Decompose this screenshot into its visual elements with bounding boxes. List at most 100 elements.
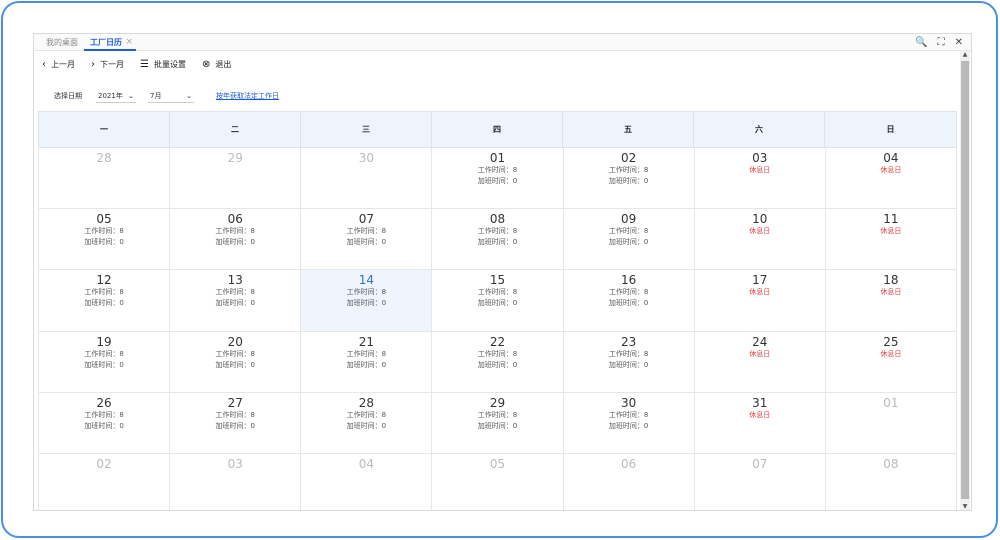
calendar-day[interactable]: 17 休息日 [694, 270, 826, 332]
work-hours: 工作时间：8 [432, 165, 562, 176]
exit-label: 退出 [215, 59, 232, 69]
vertical-scrollbar[interactable]: ▲ ▼ [960, 51, 970, 510]
overtime-hours-value: 0 [643, 360, 649, 369]
overtime-hours-label: 加班时间： [215, 360, 251, 369]
next-month-button[interactable]: › 下一月 [91, 59, 124, 70]
year-select[interactable]: 2021年 ⌄ [96, 89, 136, 103]
search-icon[interactable]: 🔍 [915, 34, 927, 51]
calendar-day[interactable]: 13 工作时间：8 加班时间：0 [170, 270, 302, 332]
calendar-day[interactable]: 01 [825, 392, 957, 454]
calendar-day[interactable]: 25 休息日 [825, 331, 957, 393]
month-select[interactable]: 7月 ⌄ [148, 89, 194, 103]
calendar-day[interactable]: 27 工作时间：8 加班时间：0 [170, 392, 302, 454]
window-controls: 🔍 ⛶ ✕ [915, 34, 963, 51]
calendar-day[interactable]: 20 工作时间：8 加班时间：0 [170, 331, 302, 393]
overtime-hours: 加班时间：0 [39, 298, 169, 309]
fetch-workdays-link[interactable]: 按年获取法定工作日 [216, 91, 279, 101]
work-hours-label: 工作时间： [477, 166, 513, 174]
calendar-day[interactable]: 02 [39, 453, 171, 510]
calendar-day[interactable]: 09 工作时间：8 加班时间：0 [563, 209, 695, 271]
tab-label: 工厂日历 [90, 38, 122, 47]
calendar-day[interactable]: 05 [432, 453, 564, 510]
calendar-day[interactable]: 01 工作时间：8 加班时间：0 [432, 148, 564, 210]
calendar-day[interactable]: 26 工作时间：8 加班时间：0 [39, 392, 171, 454]
day-number: 29 [227, 151, 243, 165]
calendar-day[interactable]: 24 休息日 [694, 331, 826, 393]
calendar-day[interactable]: 08 [826, 453, 957, 510]
weekday-header-cell: 一 [39, 112, 170, 147]
calendar-day[interactable]: 28 [39, 148, 171, 210]
calendar-day[interactable]: 23 工作时间：8 加班时间：0 [563, 331, 695, 393]
scroll-up-icon[interactable]: ▲ [960, 51, 970, 58]
chevron-left-icon: ‹ [42, 58, 46, 70]
calendar-day[interactable]: 02 工作时间：8 加班时间：0 [563, 148, 695, 210]
calendar-day[interactable]: 30 [301, 148, 433, 210]
overtime-hours-value: 0 [643, 421, 649, 430]
calendar-day[interactable]: 29 工作时间：8 加班时间：0 [432, 392, 564, 454]
weekday-header: 一二三四五六 日 [38, 111, 957, 148]
tab-my-desktop[interactable]: 我的桌面 [40, 34, 84, 51]
calendar-day[interactable]: 22 工作时间：8 加班时间：0 [432, 331, 564, 393]
day-number: 05 [489, 456, 506, 471]
calendar-day[interactable]: 10 休息日 [694, 209, 826, 271]
day-number: 01 [883, 395, 899, 410]
day-number: 30 [358, 151, 374, 165]
tab-close-icon[interactable]: × [125, 34, 133, 51]
overtime-hours-value: 0 [381, 360, 387, 369]
overtime-hours-label: 加班时间： [84, 421, 120, 430]
work-hours: 工作时间：8 [170, 349, 300, 360]
calendar-day[interactable]: 16 工作时间：8 加班时间：0 [563, 270, 695, 332]
calendar-day[interactable]: 12 工作时间：8 加班时间：0 [39, 270, 171, 332]
overtime-hours-value: 0 [381, 421, 387, 430]
calendar-day[interactable]: 31 休息日 [694, 392, 826, 454]
calendar-day[interactable]: 28 工作时间：8 加班时间：0 [301, 392, 433, 454]
work-hours: 工作时间：8 [564, 226, 694, 237]
batch-settings-button[interactable]: ☰ 批量设置 [140, 59, 186, 70]
calendar-day[interactable]: 21 工作时间：8 加班时间：0 [301, 331, 433, 393]
overtime-hours-value: 0 [512, 299, 518, 308]
work-hours-value: 8 [119, 349, 124, 358]
calendar-day[interactable]: 06 工作时间：8 加班时间：0 [170, 209, 302, 271]
calendar-day[interactable]: 04 休息日 [825, 148, 957, 210]
scrollbar-thumb[interactable] [961, 61, 969, 499]
overtime-hours: 加班时间：0 [39, 237, 169, 248]
calendar-day[interactable]: 19 工作时间：8 加班时间：0 [39, 331, 171, 393]
calendar-day[interactable]: 30 工作时间：8 加班时间：0 [563, 392, 695, 454]
fullscreen-icon[interactable]: ⛶ [938, 34, 945, 51]
calendar-day[interactable]: 03 [170, 453, 302, 510]
tab-bar: 我的桌面 工厂日历 × 🔍 ⛶ ✕ [34, 34, 971, 51]
work-hours: 工作时间：8 [301, 349, 431, 360]
work-hours: 工作时间：8 [170, 226, 300, 237]
calendar-day[interactable]: 06 [564, 453, 695, 510]
overtime-hours-value: 0 [643, 177, 649, 185]
rest-day-label: 休息日 [880, 227, 902, 236]
calendar-day[interactable]: 29 [170, 148, 302, 210]
calendar-day-today[interactable]: 14 工作时间：8 加班时间：0 [301, 270, 433, 332]
tab-factory-calendar[interactable]: 工厂日历 × [84, 34, 136, 51]
day-number: 08 [489, 212, 506, 227]
calendar-day[interactable]: 15 工作时间：8 加班时间：0 [432, 270, 564, 332]
close-icon[interactable]: ✕ [955, 34, 963, 51]
calendar-day[interactable]: 05 工作时间：8 加班时间：0 [39, 209, 171, 271]
calendar-day[interactable]: 07 工作时间：8 加班时间：0 [301, 209, 433, 271]
prev-month-button[interactable]: ‹ 上一月 [42, 59, 75, 70]
exit-button[interactable]: ⊗ 退出 [202, 59, 231, 70]
calendar-day[interactable]: 03 休息日 [694, 148, 826, 210]
calendar-day[interactable]: 11 休息日 [825, 209, 957, 271]
overtime-hours-value: 0 [512, 177, 518, 185]
work-hours-value: 8 [250, 410, 255, 419]
calendar-day[interactable]: 07 [695, 453, 826, 510]
overtime-hours-value: 0 [381, 299, 387, 308]
prev-month-label: 上一月 [51, 59, 75, 69]
overtime-hours-label: 加班时间： [215, 421, 251, 430]
rest-day-label: 休息日 [880, 166, 902, 174]
calendar-day[interactable]: 08 工作时间：8 加班时间：0 [432, 209, 564, 271]
scroll-down-icon[interactable]: ▼ [960, 503, 970, 510]
calendar-day[interactable]: 04 [301, 453, 433, 510]
work-hours-value: 8 [512, 410, 518, 419]
work-hours-label: 工作时间： [84, 227, 120, 236]
calendar-day[interactable]: 18 休息日 [825, 270, 957, 332]
work-hours-value: 8 [512, 166, 518, 174]
overtime-hours: 加班时间：0 [301, 237, 431, 248]
work-hours-label: 工作时间： [215, 288, 251, 297]
